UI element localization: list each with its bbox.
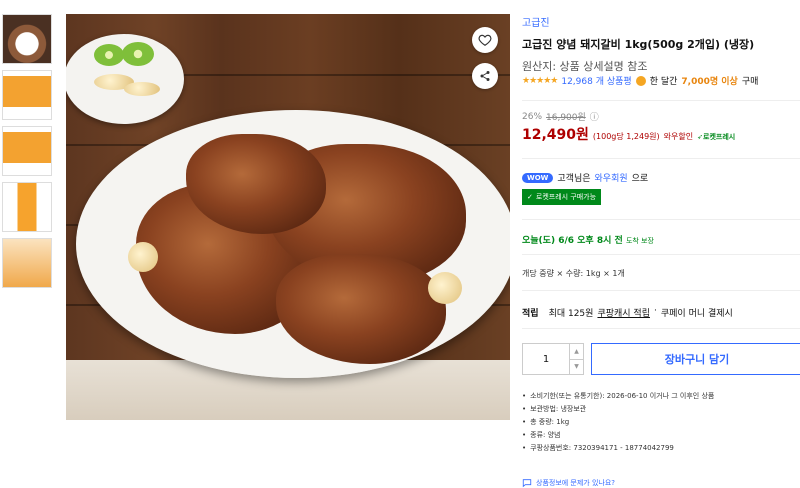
points-rest: 쿠페이 머니 결제시 <box>660 309 733 319</box>
heart-icon <box>478 34 492 46</box>
wow-discount-label: 와우할인 <box>663 132 694 141</box>
coupang-cash-link[interactable]: 쿠팡캐시 적립 <box>597 306 650 319</box>
origin-text: 원산지: 상품 상세설명 참조 <box>522 60 648 73</box>
thumbnail-7[interactable] <box>2 126 52 176</box>
product-title: 고급진 양념 돼지갈비 1kg(500g 2개입) (냉장) <box>522 38 755 51</box>
list-item: 종류: 양념 <box>522 429 714 442</box>
chat-icon <box>522 479 532 488</box>
main-product-image <box>66 14 510 420</box>
wow-row: WOW 고객님은 와우회원 으로 <box>522 171 648 184</box>
month-sales-count: 7,000명 이상 <box>681 77 738 87</box>
price-row: 12,490원 (100g당 1,249원) 와우할인 ➶로켓프레시 <box>522 124 735 144</box>
rocket-fresh-label: ➶로켓프레시 <box>697 133 736 141</box>
share-button[interactable] <box>472 63 498 89</box>
report-link[interactable]: 상품정보에 문제가 있나요? <box>522 478 615 488</box>
wow-member-link[interactable]: 와우회원 <box>595 171 628 184</box>
money-bag-icon <box>635 75 646 86</box>
wow-prefix: 고객님은 <box>557 174 591 184</box>
delivery-info: 오늘(도) 6/6 오후 8시 전 도착 보장 <box>522 233 654 246</box>
list-item: 보관방법: 냉장보관 <box>522 403 714 416</box>
sale-price: 12,490원 <box>522 127 589 143</box>
thumbnail-4[interactable] <box>2 14 52 64</box>
points-row: 적립 최대 125원 쿠팡캐시 적립 · 쿠페이 머니 결제시 <box>522 306 733 319</box>
chevron-up-icon[interactable]: ▲ <box>570 344 583 360</box>
list-item: 쿠팡상품번호: 7320394171 - 18774042799 <box>522 442 714 455</box>
list-item: 소비기한(또는 유통기한): 2026-06-10 이거나 그 이후인 상품 <box>522 390 714 403</box>
share-icon <box>480 71 490 81</box>
favorite-button[interactable] <box>472 27 498 53</box>
points-separator: · <box>654 306 657 316</box>
thumbnail-6[interactable] <box>2 70 52 120</box>
chevron-down-icon[interactable]: ▼ <box>570 360 583 375</box>
brand-link[interactable]: 고급진 <box>522 14 550 29</box>
delivery-date: 오늘(도) 6/6 오후 8시 전 <box>522 236 623 246</box>
points-label: 적립 <box>522 309 539 319</box>
discount-row: 26% 16,900원 ⓘ <box>522 110 599 124</box>
info-icon[interactable]: ⓘ <box>590 110 599 123</box>
rating-row: ★★★★★ 12,968 개 상품평 한 달간 7,000명 이상 구매 <box>522 74 758 87</box>
delivery-guarantee: 도착 보장 <box>625 237 654 245</box>
thumbnail-8[interactable] <box>2 182 52 232</box>
list-item: 총 중량: 1kg <box>522 416 714 429</box>
wow-suffix: 으로 <box>631 174 649 184</box>
side-dish-plate <box>66 34 184 124</box>
quantity-stepper[interactable]: 1 ▲ ▼ <box>522 343 584 375</box>
month-sales-suffix: 구매 <box>741 77 759 87</box>
month-sales-prefix: 한 달간 <box>649 77 678 87</box>
review-count-link[interactable]: 12,968 개 상품평 <box>561 74 631 87</box>
points-max: 최대 125원 <box>548 309 594 319</box>
quantity-value[interactable]: 1 <box>523 354 569 365</box>
thumbnail-list <box>2 14 56 294</box>
star-rating: ★★★★★ <box>522 75 558 86</box>
add-to-cart-button[interactable]: 장바구니 담기 <box>591 343 800 375</box>
original-price: 16,900원 <box>546 113 586 123</box>
unit-price: (100g당 1,249원) <box>592 132 660 141</box>
wow-badge: WOW <box>522 172 554 183</box>
option-text: 개당 중량 × 수량: 1kg × 1개 <box>522 269 625 278</box>
product-details-list: 소비기한(또는 유통기한): 2026-06-10 이거나 그 이후인 상품 보… <box>522 390 714 455</box>
discount-rate: 26% <box>522 111 543 122</box>
thumbnail-9[interactable] <box>2 238 52 288</box>
rocket-fresh-badge: ✓ 로켓프레시 구매가능 <box>522 189 602 205</box>
check-icon: ✓ <box>527 193 533 201</box>
